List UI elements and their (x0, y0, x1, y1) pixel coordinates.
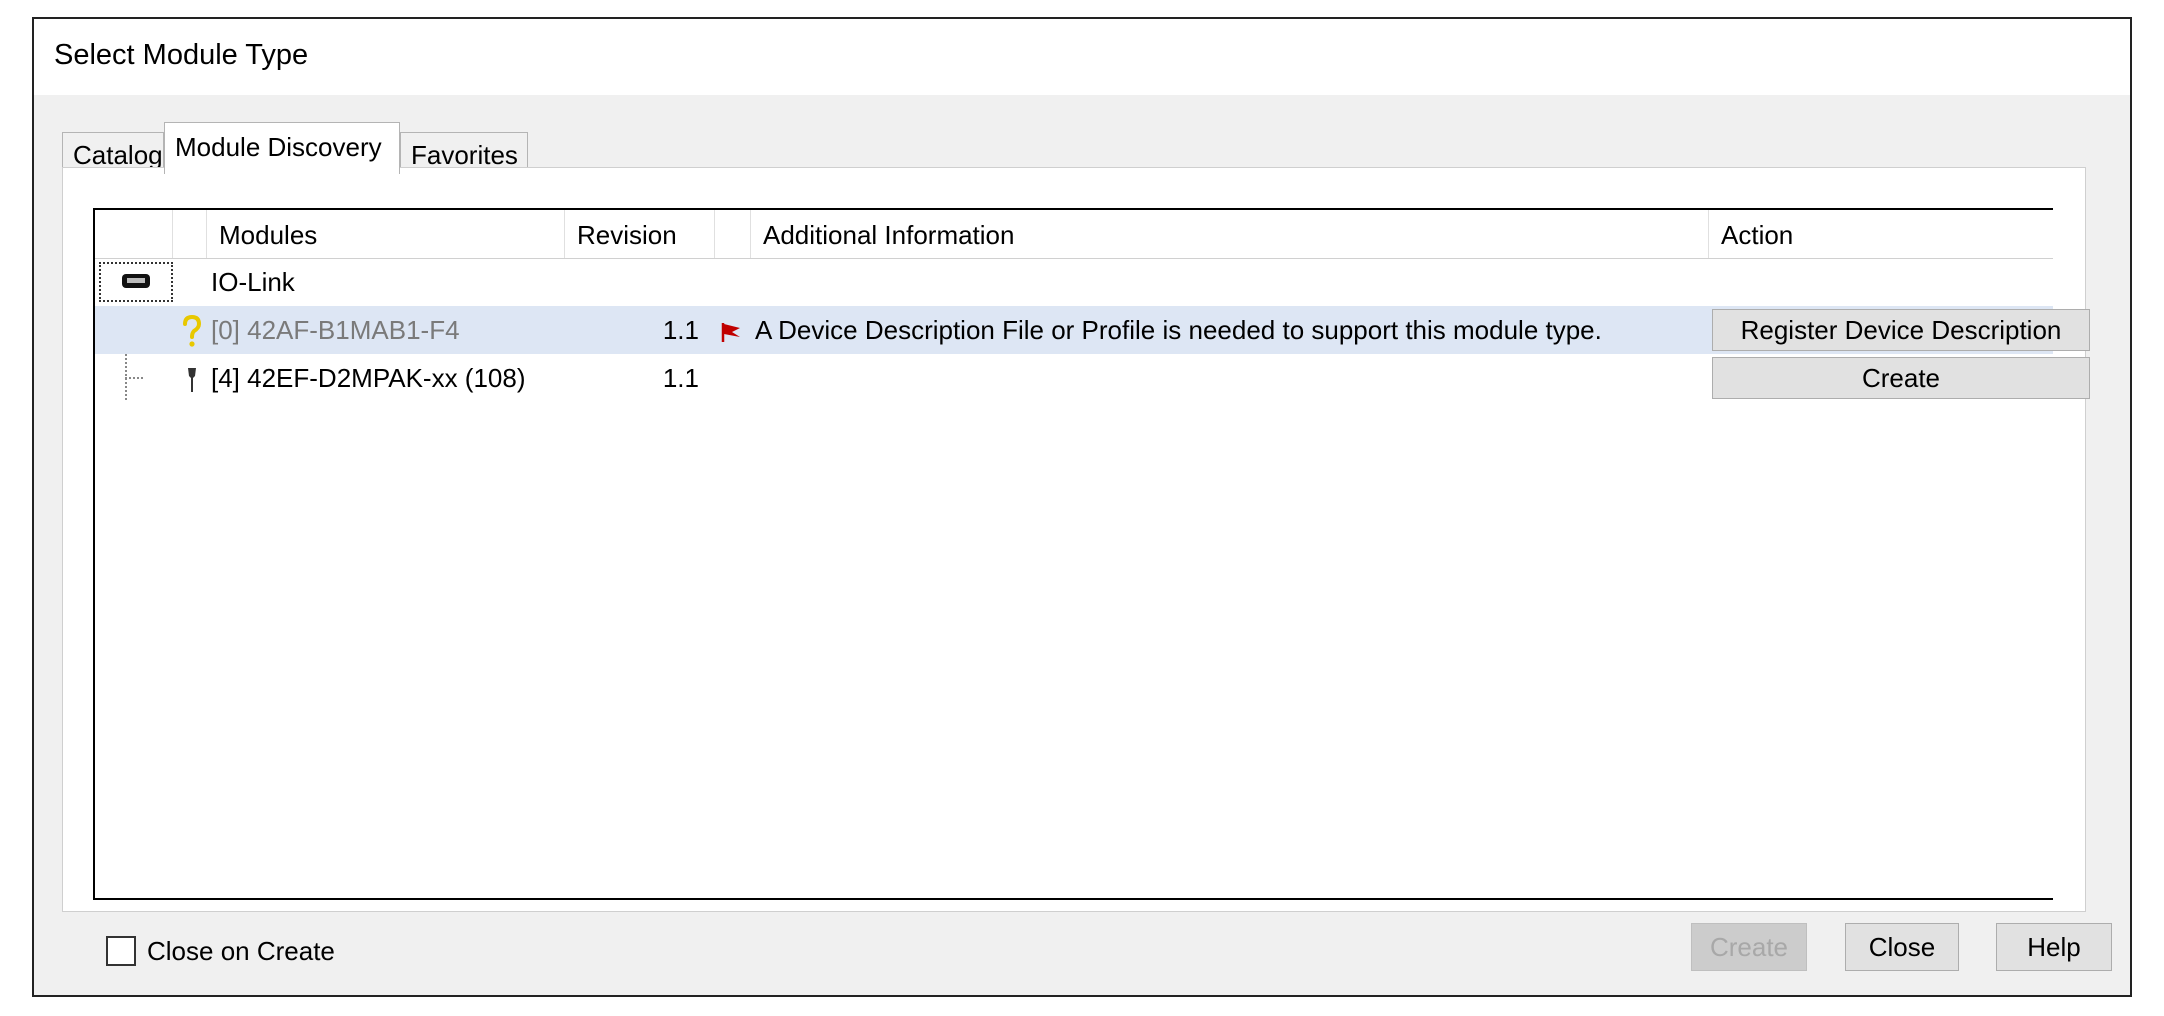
sensor-icon (177, 354, 207, 402)
select-module-type-dialog: Select Module Type Catalog Module Discov… (32, 17, 2132, 997)
create-module-button[interactable]: Create (1712, 357, 2090, 399)
tab-favorites[interactable]: Favorites (400, 132, 528, 172)
header-status-column (173, 210, 207, 258)
additional-info-text: A Device Description File or Profile is … (755, 315, 1602, 345)
module-name: [4] 42EF-D2MPAK-xx (108) (211, 363, 526, 393)
close-on-create-label[interactable]: Close on Create (147, 936, 335, 967)
help-button[interactable]: Help (1996, 923, 2112, 971)
header-modules[interactable]: Modules (207, 210, 565, 258)
tab-module-discovery[interactable]: Module Discovery (164, 122, 400, 174)
tab-catalog[interactable]: Catalog (62, 132, 164, 172)
module-row[interactable]: [4] 42EF-D2MPAK-xx (108) 1.1 Create (95, 354, 2090, 402)
header-action[interactable]: Action (1709, 210, 2093, 258)
register-device-description-button[interactable]: Register Device Description (1712, 309, 2090, 351)
close-on-create-checkbox[interactable] (106, 936, 136, 966)
group-row-io-link[interactable]: IO-Link (95, 258, 2053, 306)
grid-header: Modules Revision Additional Information … (95, 210, 2053, 259)
io-link-port-icon (99, 262, 173, 302)
module-discovery-panel: Modules Revision Additional Information … (62, 167, 2090, 912)
close-button[interactable]: Close (1845, 923, 1959, 971)
red-flag-icon (715, 306, 749, 354)
title-bar: Select Module Type (34, 19, 2130, 95)
question-mark-icon (177, 306, 207, 354)
header-tree-column (95, 210, 173, 258)
header-revision[interactable]: Revision (565, 210, 715, 258)
module-row[interactable]: [0] 42AF-B1MAB1-F4 1.1 A Device Descript… (95, 306, 2090, 354)
module-name: [0] 42AF-B1MAB1-F4 (211, 315, 460, 345)
create-button[interactable]: Create (1691, 923, 1807, 971)
dialog-title: Select Module Type (54, 39, 309, 71)
header-flag-column (715, 210, 751, 258)
module-revision: 1.1 (662, 363, 699, 393)
module-discovery-grid[interactable]: Modules Revision Additional Information … (93, 208, 2090, 900)
module-revision: 1.1 (662, 315, 699, 345)
group-label: IO-Link (211, 267, 295, 297)
header-additional-information[interactable]: Additional Information (751, 210, 1709, 258)
